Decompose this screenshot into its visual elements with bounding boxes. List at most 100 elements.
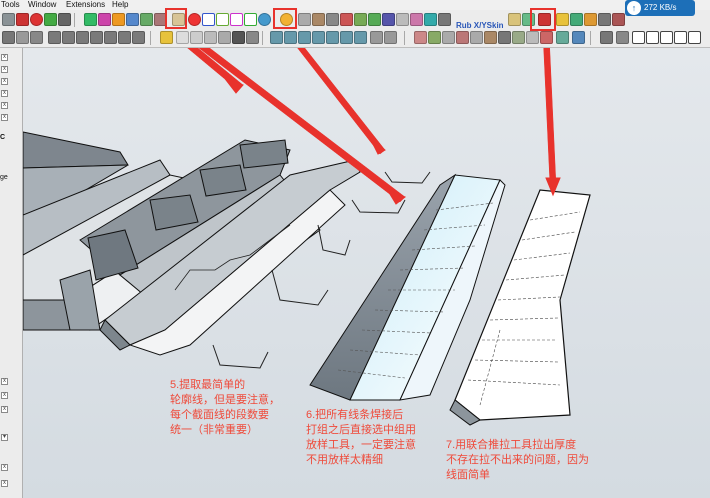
- plugin-l-icon[interactable]: [368, 13, 381, 26]
- arc-tool-icon[interactable]: [244, 13, 257, 26]
- plugin-d-icon[interactable]: [126, 13, 139, 26]
- menu-extensions[interactable]: Extensions: [66, 0, 105, 10]
- panel-toggle-6[interactable]: x: [1, 114, 8, 121]
- plugin-ak-icon[interactable]: [572, 31, 585, 44]
- panel-toggle-10[interactable]: x: [1, 464, 8, 471]
- outliner-icon[interactable]: [58, 13, 71, 26]
- plugin-z-icon[interactable]: [414, 31, 427, 44]
- step5-line1: 5.提取最简单的: [170, 379, 246, 391]
- plugin-y-icon[interactable]: [384, 31, 397, 44]
- plugin-u-icon[interactable]: [570, 13, 583, 26]
- panel-toggle-3[interactable]: x: [1, 78, 8, 85]
- plugin-j-icon[interactable]: [340, 13, 353, 26]
- step6-line1: 6.把所有线条焊接后: [306, 409, 404, 421]
- spline-tool-icon[interactable]: [230, 13, 243, 26]
- network-speed-widget[interactable]: ↑ 272 KB/s: [625, 0, 695, 16]
- sandbox-a-icon[interactable]: [270, 31, 283, 44]
- panel-toggle-1[interactable]: x: [1, 54, 8, 61]
- components-icon[interactable]: [44, 13, 57, 26]
- view-back-icon[interactable]: [104, 31, 117, 44]
- plugin-c-icon[interactable]: [112, 13, 125, 26]
- plugin-am-icon[interactable]: [616, 31, 629, 44]
- plugin-ag-icon[interactable]: [512, 31, 525, 44]
- sandbox-f-icon[interactable]: [340, 31, 353, 44]
- plugin-o-icon[interactable]: [410, 13, 423, 26]
- section-icon[interactable]: [246, 31, 259, 44]
- select-icon[interactable]: [2, 13, 15, 26]
- plugin-ae-icon[interactable]: [484, 31, 497, 44]
- line-tool-icon[interactable]: [202, 13, 215, 26]
- view-top-icon[interactable]: [62, 31, 75, 44]
- plugin-x-icon[interactable]: [612, 13, 625, 26]
- orbit-icon[interactable]: [2, 31, 15, 44]
- plugin-i-icon[interactable]: [326, 13, 339, 26]
- sandbox-g-icon[interactable]: [354, 31, 367, 44]
- panel-toggle-5[interactable]: x: [1, 102, 8, 109]
- menu-help[interactable]: Help: [112, 0, 128, 10]
- view-bottom-icon[interactable]: [132, 31, 145, 44]
- view-left-icon[interactable]: [118, 31, 131, 44]
- plugin-k-icon[interactable]: [354, 13, 367, 26]
- plugin-a-icon[interactable]: [84, 13, 97, 26]
- plugin-af-icon[interactable]: [498, 31, 511, 44]
- menu-tools[interactable]: Tools: [1, 0, 20, 10]
- model-viewport[interactable]: 5.提取最简单的 轮廓线，但是要注意， 每个截面线的段数要 统一（非常重要） 6…: [23, 48, 710, 498]
- plugin-aj-icon[interactable]: [556, 31, 569, 44]
- plugin-an-icon[interactable]: [646, 31, 659, 44]
- plugin-aq-icon[interactable]: [688, 31, 701, 44]
- material-sphere-icon[interactable]: [30, 13, 43, 26]
- plugin-h-icon[interactable]: [312, 13, 325, 26]
- plugin-w-icon[interactable]: [598, 13, 611, 26]
- plugin-ap-icon[interactable]: [674, 31, 687, 44]
- protractor-icon[interactable]: [190, 31, 203, 44]
- plugin-q-icon[interactable]: [438, 13, 451, 26]
- panel-toggle-8[interactable]: x: [1, 392, 8, 399]
- plugin-g-icon[interactable]: [298, 13, 311, 26]
- plugin-p-icon[interactable]: [424, 13, 437, 26]
- plugin-ad-icon[interactable]: [470, 31, 483, 44]
- step5-line4: 统一（非常重要）: [170, 424, 258, 436]
- plugin-t-icon[interactable]: [556, 13, 569, 26]
- sandbox-e-icon[interactable]: [326, 31, 339, 44]
- home-icon[interactable]: [632, 31, 645, 44]
- view-right-icon[interactable]: [90, 31, 103, 44]
- text-icon[interactable]: [204, 31, 217, 44]
- plugin-ac-icon[interactable]: [456, 31, 469, 44]
- panel-toggle-4[interactable]: x: [1, 90, 8, 97]
- plugin-m-icon[interactable]: [382, 13, 395, 26]
- panel-toggle-7[interactable]: x: [1, 378, 8, 385]
- plugin-aa-icon[interactable]: [428, 31, 441, 44]
- plugin-al-icon[interactable]: [600, 31, 613, 44]
- view-front-icon[interactable]: [76, 31, 89, 44]
- panel-toggle-2[interactable]: x: [1, 66, 8, 73]
- toolbar-row-2: [0, 29, 710, 48]
- plugin-ao-icon[interactable]: [660, 31, 673, 44]
- paint-icon[interactable]: [16, 13, 29, 26]
- plugin-v-icon[interactable]: [584, 13, 597, 26]
- plugin-ah-icon[interactable]: [526, 31, 539, 44]
- pan-icon[interactable]: [16, 31, 29, 44]
- line-tool-2-icon[interactable]: [216, 13, 229, 26]
- sandbox-d-icon[interactable]: [312, 31, 325, 44]
- sandbox-b-icon[interactable]: [284, 31, 297, 44]
- plugin-ai-icon[interactable]: [540, 31, 553, 44]
- dimension-icon[interactable]: [176, 31, 189, 44]
- panel-toggle-9[interactable]: x: [1, 406, 8, 413]
- plugin-e-icon[interactable]: [140, 13, 153, 26]
- plugin-n-icon[interactable]: [396, 13, 409, 26]
- zoom-icon[interactable]: [30, 31, 43, 44]
- panel-toggle-11[interactable]: x: [1, 480, 8, 487]
- view-iso-icon[interactable]: [48, 31, 61, 44]
- plugin-r-icon[interactable]: [508, 13, 521, 26]
- menu-window[interactable]: Window: [28, 0, 56, 10]
- search-icon[interactable]: [370, 31, 383, 44]
- curve-tool-icon[interactable]: [188, 13, 201, 26]
- tape-icon[interactable]: [160, 31, 173, 44]
- plugin-b-icon[interactable]: [98, 13, 111, 26]
- walk-icon[interactable]: [232, 31, 245, 44]
- axes-icon[interactable]: [218, 31, 231, 44]
- circle-tool-icon[interactable]: [258, 13, 271, 26]
- plugin-ab-icon[interactable]: [442, 31, 455, 44]
- sandbox-c-icon[interactable]: [298, 31, 311, 44]
- panel-dropdown-1[interactable]: ▾: [1, 434, 8, 441]
